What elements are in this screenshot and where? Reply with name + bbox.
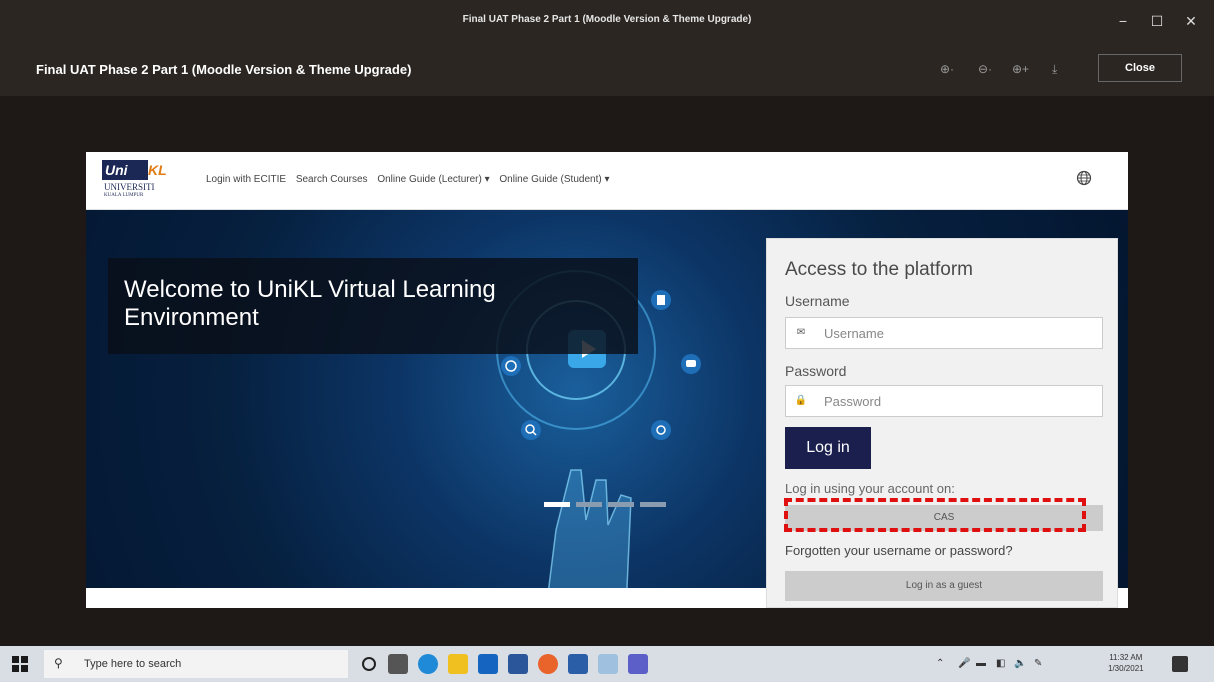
login-button[interactable]: Log in <box>785 427 871 469</box>
cortana-icon[interactable] <box>362 657 376 671</box>
app-window: Final UAT Phase 2 Part 1 (Moodle Version… <box>0 0 1214 682</box>
language-globe-icon[interactable] <box>1076 170 1092 186</box>
nav-guide-student[interactable]: Online Guide (Student) ▾ <box>499 174 609 185</box>
logo-kuala-lumpur: KUALA LUMPUR <box>104 193 144 198</box>
window-titlebar: Final UAT Phase 2 Part 1 (Moodle Version… <box>0 0 1214 42</box>
username-label: Username <box>785 293 850 309</box>
site-navbar: Uni KL UNIVERSITI KUALA LUMPUR Login wit… <box>86 152 1128 210</box>
login-panel: Access to the platform Username ✉ Userna… <box>766 238 1118 608</box>
close-window-button[interactable]: ✕ <box>1176 8 1206 34</box>
lock-icon: 🔒 <box>794 395 808 406</box>
edge-icon[interactable] <box>418 654 438 674</box>
logo-uni: Uni <box>102 160 148 180</box>
support-graphic-icon <box>651 420 671 440</box>
windows-start-icon[interactable] <box>12 656 28 672</box>
carousel-dot[interactable] <box>608 502 634 507</box>
globe-graphic-icon <box>501 356 521 376</box>
username-input[interactable]: ✉ Username <box>785 317 1103 349</box>
nav-login-ecitie[interactable]: Login with ECITIE <box>206 174 286 185</box>
carousel-dot[interactable] <box>640 502 666 507</box>
login-heading: Access to the platform <box>785 259 973 280</box>
maximize-button[interactable]: ☐ <box>1142 8 1172 34</box>
taskbar-search-box[interactable]: ⚲ Type here to search <box>44 650 348 678</box>
tray-volume-icon[interactable]: 🔈 <box>1014 658 1026 669</box>
guest-login-button[interactable]: Log in as a guest <box>785 571 1103 601</box>
document-title: Final UAT Phase 2 Part 1 (Moodle Version… <box>36 62 412 77</box>
task-view-icon[interactable] <box>388 654 408 674</box>
cas-highlight-box <box>784 498 1086 532</box>
pen-app-icon[interactable] <box>598 654 618 674</box>
welcome-text: Welcome to UniKL Virtual Learning Enviro… <box>124 276 496 331</box>
logo-universiti: UNIVERSITI <box>104 182 155 192</box>
chat-icon <box>681 354 701 374</box>
nav-links: Login with ECITIE Search Courses Online … <box>206 174 616 185</box>
login-using-text: Log in using your account on: <box>785 481 955 496</box>
username-placeholder: Username <box>824 326 884 341</box>
window-title: Final UAT Phase 2 Part 1 (Moodle Version… <box>462 14 752 25</box>
password-label: Password <box>785 363 847 379</box>
file-explorer-icon[interactable] <box>448 654 468 674</box>
clock-time: 11:32 AM <box>1109 653 1143 662</box>
unikl-logo[interactable]: Uni KL UNIVERSITI KUALA LUMPUR <box>102 160 182 204</box>
pan-tool-icon[interactable]: ⊕· <box>940 62 954 76</box>
nav-search-courses[interactable]: Search Courses <box>296 174 368 185</box>
screenshot-page: Uni KL UNIVERSITI KUALA LUMPUR Login wit… <box>86 152 1128 608</box>
download-icon[interactable]: ⤓ <box>1052 62 1057 77</box>
forgot-password-link[interactable]: Forgotten your username or password? <box>785 543 1013 558</box>
tray-mic-icon[interactable]: 🎤 <box>958 658 970 669</box>
taskbar-clock[interactable]: 11:32 AM 1/30/2021 <box>1108 652 1144 674</box>
envelope-icon: ✉ <box>796 327 806 338</box>
search-graphic-icon <box>521 420 541 440</box>
firefox-icon[interactable] <box>538 654 558 674</box>
carousel-dot[interactable] <box>544 502 570 507</box>
welcome-banner: Welcome to UniKL Virtual Learning Enviro… <box>108 258 638 354</box>
tray-network-icon[interactable]: ▬ <box>976 658 986 669</box>
close-button[interactable]: Close <box>1098 54 1182 82</box>
teams-icon[interactable] <box>628 654 648 674</box>
zoom-out-icon[interactable]: ⊖· <box>978 62 992 76</box>
windows-taskbar: ⚲ Type here to search ⌃ 🎤 ▬ ◧ 🔈 ✎ 11:32 … <box>0 646 1214 682</box>
taskbar-search-placeholder: Type here to search <box>84 658 182 670</box>
search-icon: ⚲ <box>54 656 63 670</box>
word-icon[interactable] <box>508 654 528 674</box>
password-input[interactable]: 🔒 Password <box>785 385 1103 417</box>
carousel-indicators <box>544 494 672 512</box>
tray-chevron-icon[interactable]: ⌃ <box>936 658 944 669</box>
photos-icon[interactable] <box>568 654 588 674</box>
tray-display-icon[interactable]: ◧ <box>996 658 1005 669</box>
zoom-in-icon[interactable]: ⊕+ <box>1012 62 1029 76</box>
minimize-button[interactable]: − <box>1108 8 1138 34</box>
notification-center-icon[interactable] <box>1172 656 1188 672</box>
carousel-dot[interactable] <box>576 502 602 507</box>
viewer-toolbar: Final UAT Phase 2 Part 1 (Moodle Version… <box>0 42 1214 96</box>
password-placeholder: Password <box>824 394 882 409</box>
logo-kl: KL <box>148 162 167 178</box>
outlook-icon[interactable] <box>478 654 498 674</box>
nav-guide-lecturer[interactable]: Online Guide (Lecturer) ▾ <box>377 174 489 185</box>
clipboard-icon <box>651 290 671 310</box>
clock-date: 1/30/2021 <box>1108 664 1144 673</box>
tray-pen-icon[interactable]: ✎ <box>1034 658 1042 669</box>
